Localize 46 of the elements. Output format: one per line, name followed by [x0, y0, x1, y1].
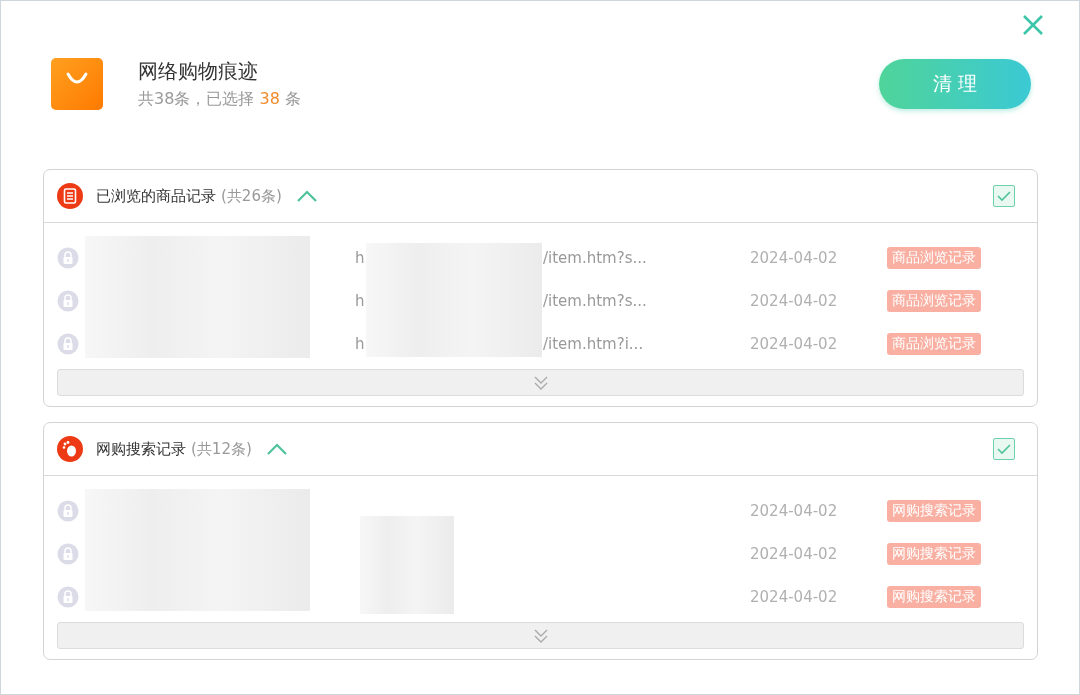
double-chevron-icon: [532, 374, 549, 391]
section-title: 网购搜索记录: [96, 439, 186, 459]
date-text: 2024-04-02: [750, 291, 839, 310]
lock-icon: [57, 585, 79, 608]
url-text: h: [355, 334, 366, 353]
date-text: 2024-04-02: [750, 501, 839, 520]
expand-more-bar[interactable]: [57, 369, 1024, 396]
record-tag: 网购搜索记录: [887, 585, 981, 608]
close-icon: [1022, 14, 1044, 36]
collapse-toggle[interactable]: [295, 189, 318, 203]
lock-icon: [57, 499, 79, 522]
section-checkbox[interactable]: [993, 185, 1015, 207]
lock-icon: [57, 332, 79, 355]
collapse-toggle[interactable]: [265, 442, 288, 456]
record-count: (共26条): [221, 186, 282, 206]
record-count: (共12条): [191, 439, 252, 459]
url-text: /item.htm?i...: [543, 334, 644, 353]
record-tag: 商品浏览记录: [887, 332, 981, 355]
record-tag: 商品浏览记录: [887, 246, 981, 269]
page-title: 网络购物痕迹: [138, 58, 259, 85]
url-text: /item.htm?s...: [543, 248, 647, 267]
date-text: 2024-04-02: [750, 587, 839, 606]
double-chevron-icon: [532, 627, 549, 644]
date-text: 2024-04-02: [750, 334, 839, 353]
url-text: /item.htm?s...: [543, 291, 647, 310]
selection-summary: 共38条，已选择 38 条: [138, 89, 301, 110]
check-icon: [997, 443, 1011, 455]
record-tag: 网购搜索记录: [887, 542, 981, 565]
record-tag: 网购搜索记录: [887, 499, 981, 522]
footprint-icon: [56, 435, 84, 463]
check-icon: [997, 190, 1011, 202]
date-text: 2024-04-02: [750, 248, 839, 267]
record-tag: 商品浏览记录: [887, 289, 981, 312]
close-button[interactable]: [1022, 14, 1044, 36]
lock-icon: [57, 542, 79, 565]
date-text: 2024-04-02: [750, 544, 839, 563]
expand-more-bar[interactable]: [57, 622, 1024, 649]
shopping-bag-icon: [49, 56, 105, 112]
list-icon: [56, 182, 84, 210]
lock-icon: [57, 289, 79, 312]
section-title: 已浏览的商品记录: [96, 186, 216, 206]
clean-button[interactable]: 清 理: [879, 59, 1031, 109]
lock-icon: [57, 246, 79, 269]
url-text: h: [355, 248, 366, 267]
section-checkbox[interactable]: [993, 438, 1015, 460]
url-text: h: [355, 291, 366, 310]
